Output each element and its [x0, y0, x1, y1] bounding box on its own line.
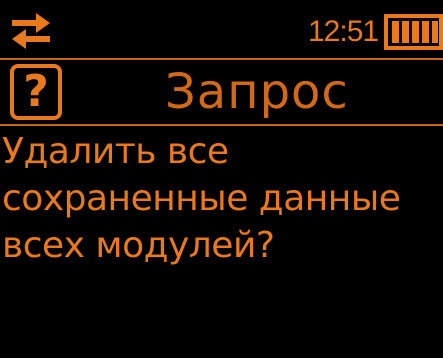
transfer-arrows-icon: [12, 13, 50, 49]
battery-full-icon: [384, 14, 443, 50]
dialog-title: Запрос: [165, 64, 349, 120]
device-screen: 12:51 ? Запрос Удалить все сохраненные д…: [0, 0, 443, 358]
dialog-message: Удалить все сохраненные данные всех моду…: [2, 128, 442, 269]
message-line: всех модулей?: [2, 225, 275, 266]
status-bar: 12:51: [0, 0, 443, 58]
question-icon-glyph: ?: [23, 66, 49, 117]
message-line: сохраненные данные: [2, 178, 401, 219]
question-icon: ?: [10, 64, 62, 120]
dialog-header: ? Запрос: [0, 60, 443, 124]
message-line: Удалить все: [2, 131, 229, 172]
clock: 12:51: [308, 15, 379, 48]
header-divider-bottom: [0, 124, 443, 126]
